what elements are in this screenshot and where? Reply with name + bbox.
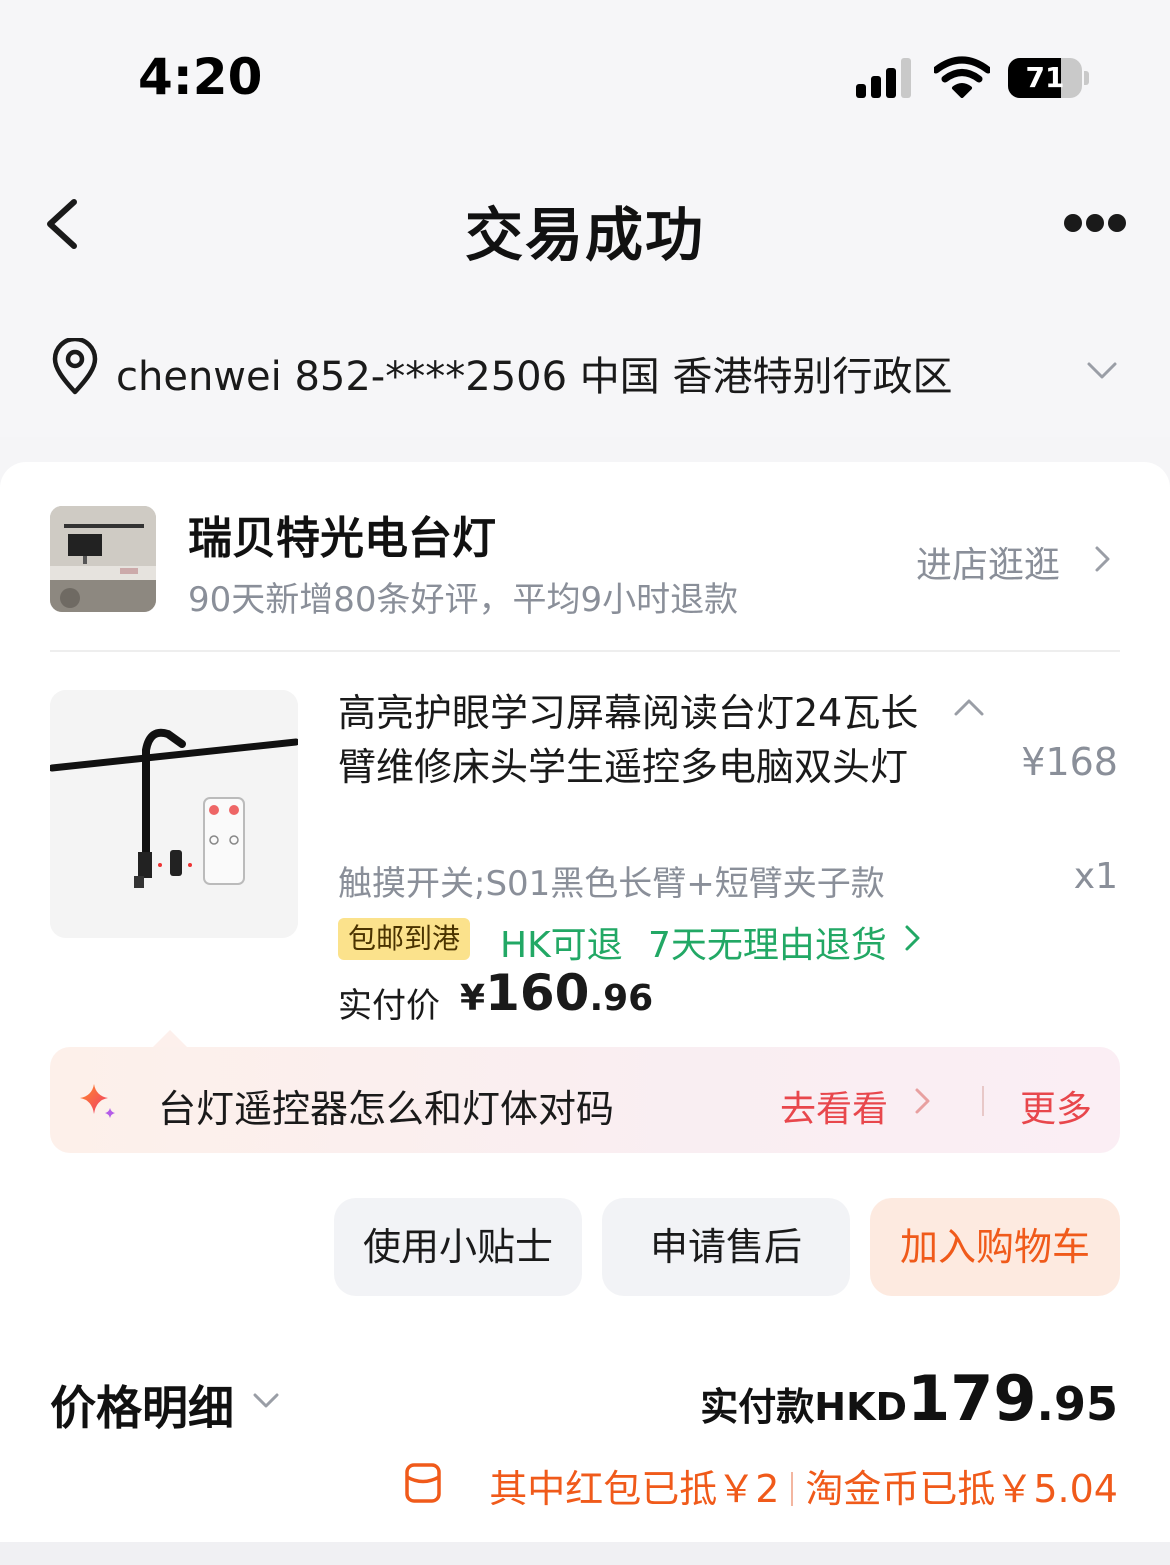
total-paid-label: 实付款HKD — [700, 1385, 908, 1429]
battery-icon: 71 — [1008, 58, 1089, 98]
price-detail-label[interactable]: 价格明细 — [50, 1372, 234, 1438]
seven-day-return-tag[interactable]: 7天无理由退货 — [648, 916, 887, 968]
chevron-right-icon[interactable] — [1092, 544, 1114, 574]
product-image[interactable] — [50, 690, 298, 938]
shop-avatar[interactable] — [50, 506, 156, 612]
total-paid-integer: 179 — [907, 1362, 1037, 1435]
bottom-spacer — [0, 1542, 1170, 1565]
page-title: 交易成功 — [464, 201, 705, 269]
wifi-icon — [934, 56, 990, 98]
more-options-icon[interactable] — [1060, 214, 1130, 234]
chevron-right-icon[interactable] — [912, 1086, 934, 1116]
divider — [982, 1086, 984, 1116]
hk-return-tag[interactable]: HK可退 — [500, 916, 623, 968]
product-spec: 触摸开关;S01黑色长臂+短臂夹子款 — [338, 864, 885, 904]
divider — [791, 1471, 794, 1506]
chevron-up-icon[interactable] — [952, 694, 986, 720]
after-sale-button[interactable]: 申请售后 — [602, 1198, 850, 1296]
shipping-address[interactable]: chenwei 852-****2506 中国 香港特别行政区 — [116, 344, 1046, 402]
shop-subtitle: 90天新增80条好评，平均9小时退款 — [188, 580, 739, 620]
coins-discount: 淘金币已抵￥5.04 — [805, 1467, 1118, 1511]
shop-name[interactable]: 瑞贝特光电台灯 — [188, 502, 496, 566]
product-quantity: x1 — [1073, 856, 1118, 897]
cellular-signal-icon — [856, 58, 914, 98]
tip-pointer — [152, 1030, 188, 1048]
free-shipping-badge: 包邮到港 — [338, 918, 471, 960]
paid-price-label: 实付价 — [338, 986, 440, 1026]
total-paid-decimal: .95 — [1036, 1377, 1119, 1431]
paid-price-currency: ¥ — [460, 978, 486, 1019]
sparkle-icon — [80, 1084, 115, 1118]
chevron-down-icon[interactable] — [1084, 352, 1120, 388]
status-time: 4:20 — [138, 48, 263, 106]
divider — [50, 650, 1120, 652]
discount-summary: 其中红包已抵￥2 淘金币已抵￥5.04 — [489, 1458, 1118, 1513]
location-pin-icon — [52, 338, 98, 395]
product-title[interactable]: 高亮护眼学习屏幕阅读台灯24瓦长臂维修床头学生遥控多电脑双头灯 — [338, 686, 928, 794]
paid-price-decimal: .96 — [589, 978, 654, 1019]
paid-price: ¥160.96 — [460, 964, 653, 1022]
paid-price-integer: 160 — [485, 964, 590, 1022]
redpacket-discount: 其中红包已抵￥2 — [489, 1467, 780, 1511]
battery-level: 71 — [1025, 61, 1065, 94]
tip-view-link[interactable]: 去看看 — [780, 1080, 888, 1132]
product-price: ¥168 — [1021, 740, 1118, 784]
total-paid: 实付款HKD179.95 — [700, 1362, 1118, 1435]
chevron-right-icon[interactable] — [902, 922, 924, 954]
tip-more-link[interactable]: 更多 — [1020, 1080, 1092, 1132]
red-packet-icon — [405, 1463, 441, 1503]
chevron-down-icon[interactable] — [250, 1384, 282, 1416]
visit-shop-link[interactable]: 进店逛逛 — [916, 536, 1060, 588]
tip-text[interactable]: 台灯遥控器怎么和灯体对码 — [158, 1078, 614, 1133]
usage-tips-button[interactable]: 使用小贴士 — [334, 1198, 582, 1296]
add-to-cart-button[interactable]: 加入购物车 — [870, 1198, 1120, 1296]
